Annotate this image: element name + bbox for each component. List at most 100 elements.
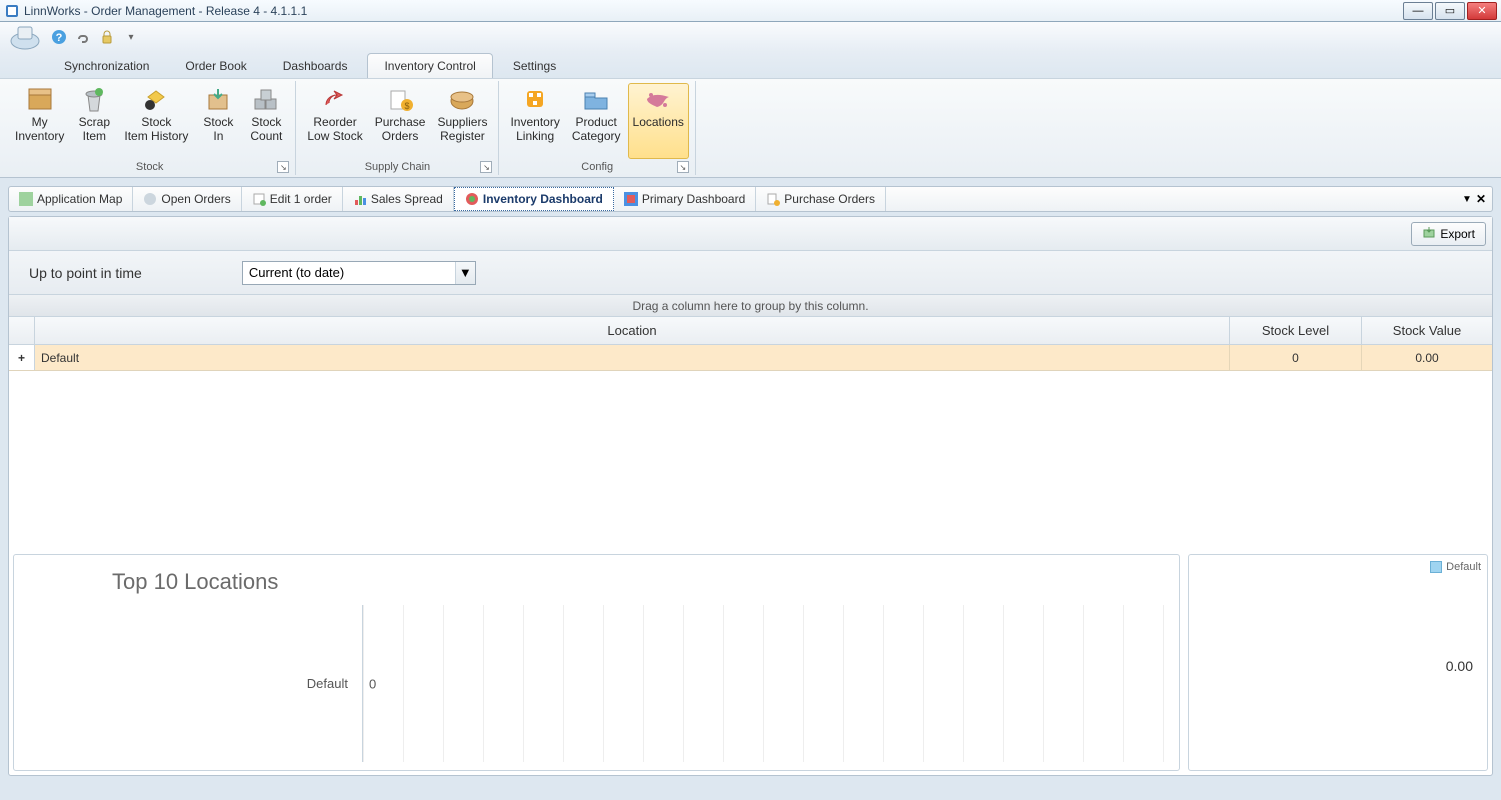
window-title: LinnWorks - Order Management - Release 4… xyxy=(24,4,1403,18)
ribbon-suppliers-register[interactable]: Suppliers Register xyxy=(432,83,492,159)
chart-top10-locations: Top 10 Locations Default 0 xyxy=(13,554,1180,771)
po-icon xyxy=(766,192,780,206)
linking-icon xyxy=(519,86,551,114)
group-by-area[interactable]: Drag a column here to group by this colu… xyxy=(9,295,1492,317)
time-range-combo[interactable]: Current (to date) ▼ xyxy=(242,261,476,285)
col-stock-level[interactable]: Stock Level xyxy=(1230,317,1362,344)
ribbon-group-supply-chain: Reorder Low Stock $Purchase Orders Suppl… xyxy=(296,81,499,175)
launcher-icon[interactable]: ↘ xyxy=(277,161,289,173)
main-menu-tabs: Synchronization Order Book Dashboards In… xyxy=(0,52,1501,78)
tab-inventory-control[interactable]: Inventory Control xyxy=(367,53,492,78)
chart-title: Top 10 Locations xyxy=(22,563,1171,605)
bar-value-label: 0 xyxy=(369,676,376,691)
svg-text:?: ? xyxy=(56,32,63,44)
tab-settings[interactable]: Settings xyxy=(497,54,572,78)
ribbon-stock-item-history[interactable]: Stock Item History xyxy=(119,83,193,159)
map-icon xyxy=(19,192,33,206)
maximize-button[interactable]: ▭ xyxy=(1435,2,1465,20)
col-expand xyxy=(9,317,35,344)
chart-right-value: 0.00 xyxy=(1446,658,1473,674)
col-stock-value[interactable]: Stock Value xyxy=(1362,317,1492,344)
cell-stock-value: 0.00 xyxy=(1362,345,1492,370)
doctab-application-map[interactable]: Application Map xyxy=(9,187,133,211)
chart-legend: Default xyxy=(1430,561,1481,573)
edit-icon xyxy=(252,192,266,206)
doctab-purchase-orders[interactable]: Purchase Orders xyxy=(756,187,886,211)
tabs-close-icon[interactable]: ✕ xyxy=(1476,192,1486,206)
ribbon-group-supply-label: Supply Chain↘ xyxy=(302,159,492,175)
ribbon-product-category[interactable]: Product Category xyxy=(567,83,626,159)
dashboard2-icon xyxy=(624,192,638,206)
dashboard-icon xyxy=(465,192,479,206)
export-button[interactable]: Export xyxy=(1411,222,1486,246)
doctab-open-orders[interactable]: Open Orders xyxy=(133,187,241,211)
bar-label: Default xyxy=(72,605,362,762)
ribbon-locations[interactable]: Locations xyxy=(628,83,689,159)
col-location[interactable]: Location xyxy=(35,317,1230,344)
content-toolbar: Export xyxy=(9,217,1492,251)
dropdown-arrow-icon[interactable]: ▾ xyxy=(122,28,140,46)
ribbon-reorder-low-stock[interactable]: Reorder Low Stock xyxy=(302,83,367,159)
grid-header: Location Stock Level Stock Value xyxy=(9,317,1492,345)
ribbon-group-stock: My Inventory Scrap Item Stock Item Histo… xyxy=(4,81,296,175)
box-in-icon xyxy=(202,86,234,114)
ribbon-stock-count[interactable]: Stock Count xyxy=(243,83,289,159)
ribbon-inventory-linking[interactable]: Inventory Linking xyxy=(505,83,564,159)
ribbon-group-stock-label: Stock↘ xyxy=(10,159,289,175)
ribbon-group-config: Inventory Linking Product Category Locat… xyxy=(499,81,695,175)
help-icon[interactable]: ? xyxy=(50,28,68,46)
titlebar: LinnWorks - Order Management - Release 4… xyxy=(0,0,1501,22)
ribbon: My Inventory Scrap Item Stock Item Histo… xyxy=(0,78,1501,178)
box-icon xyxy=(24,86,56,114)
svg-text:$: $ xyxy=(405,101,410,111)
filter-label: Up to point in time xyxy=(29,265,142,281)
minimize-button[interactable]: — xyxy=(1403,2,1433,20)
boxes-icon xyxy=(250,86,282,114)
charts-row: Top 10 Locations Default 0 Default 0.00 xyxy=(9,550,1492,775)
ribbon-scrap-item[interactable]: Scrap Item xyxy=(71,83,117,159)
lock-icon[interactable] xyxy=(98,28,116,46)
expand-toggle[interactable]: + xyxy=(9,345,35,370)
launcher-icon[interactable]: ↘ xyxy=(480,161,492,173)
folder-icon xyxy=(580,86,612,114)
legend-swatch xyxy=(1430,561,1442,573)
cell-stock-level: 0 xyxy=(1230,345,1362,370)
purchase-icon: $ xyxy=(384,86,416,114)
trash-icon xyxy=(78,86,110,114)
link-icon[interactable] xyxy=(74,28,92,46)
filter-row: Up to point in time Current (to date) ▼ xyxy=(9,251,1492,295)
export-icon xyxy=(1422,225,1436,242)
tab-order-book[interactable]: Order Book xyxy=(169,54,262,78)
tab-dashboards[interactable]: Dashboards xyxy=(267,54,364,78)
table-row[interactable]: + Default 0 0.00 xyxy=(9,345,1492,371)
doctab-edit-order[interactable]: Edit 1 order xyxy=(242,187,343,211)
doctab-primary-dashboard[interactable]: Primary Dashboard xyxy=(614,187,756,211)
close-button[interactable]: ✕ xyxy=(1467,2,1497,20)
tabs-menu-icon[interactable]: ▼ xyxy=(1462,194,1472,205)
doctab-sales-spread[interactable]: Sales Spread xyxy=(343,187,454,211)
reorder-icon xyxy=(319,86,351,114)
quick-access-bar: ? ▾ xyxy=(0,22,1501,52)
app-icon xyxy=(4,3,20,19)
bar-area: 0 xyxy=(362,605,1171,762)
ribbon-stock-in[interactable]: Stock In xyxy=(195,83,241,159)
world-icon xyxy=(642,86,674,114)
ribbon-group-config-label: Config↘ xyxy=(505,159,688,175)
orders-icon xyxy=(143,192,157,206)
tab-synchronization[interactable]: Synchronization xyxy=(48,54,165,78)
app-logo-icon[interactable] xyxy=(6,22,44,52)
window-controls: — ▭ ✕ xyxy=(1403,2,1497,20)
supplier-icon xyxy=(446,86,478,114)
document-tabs: Application Map Open Orders Edit 1 order… xyxy=(8,186,1493,212)
launcher-icon[interactable]: ↘ xyxy=(677,161,689,173)
history-icon xyxy=(140,86,172,114)
ribbon-purchase-orders[interactable]: $Purchase Orders xyxy=(370,83,431,159)
content-area: Export Up to point in time Current (to d… xyxy=(8,216,1493,776)
chevron-down-icon: ▼ xyxy=(455,262,475,284)
chart-icon xyxy=(353,192,367,206)
doctab-inventory-dashboard[interactable]: Inventory Dashboard xyxy=(454,187,614,211)
cell-location: Default xyxy=(35,345,1230,370)
grid-body xyxy=(9,371,1492,550)
chart-value-panel: Default 0.00 xyxy=(1188,554,1488,771)
ribbon-my-inventory[interactable]: My Inventory xyxy=(10,83,69,159)
